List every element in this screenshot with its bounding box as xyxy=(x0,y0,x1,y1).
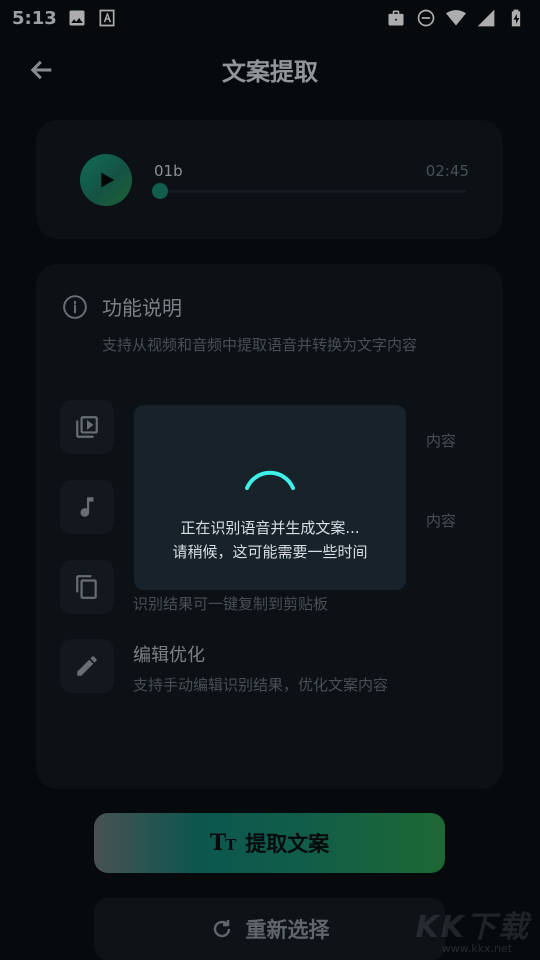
loading-spinner-icon xyxy=(245,470,295,490)
loading-dialog: 正在识别语音并生成文案... 请稍候，这可能需要一些时间 xyxy=(134,405,406,590)
loading-message: 正在识别语音并生成文案... xyxy=(180,519,360,537)
loading-submessage: 请稍候，这可能需要一些时间 xyxy=(172,543,368,561)
